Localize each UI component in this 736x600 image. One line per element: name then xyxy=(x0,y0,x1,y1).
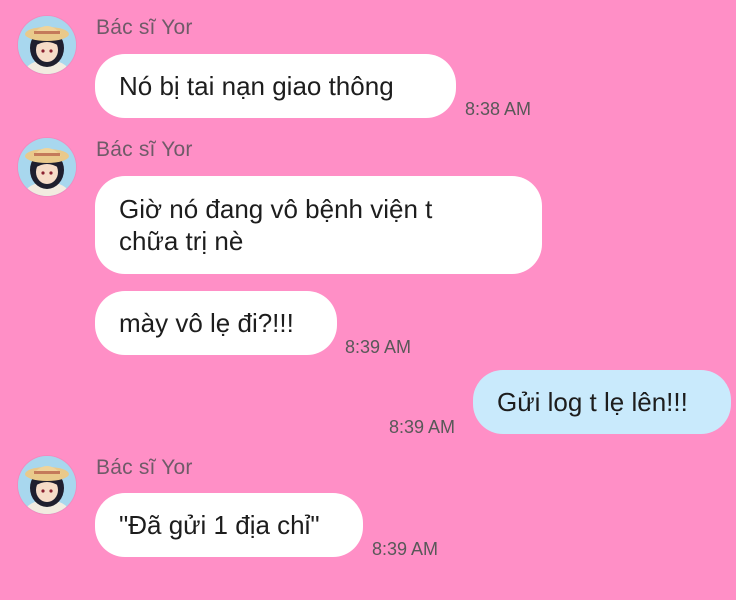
sender-name: Bác sĩ Yor xyxy=(96,16,193,39)
message-timestamp: 8:39 AM xyxy=(345,337,412,357)
sender-name: Bác sĩ Yor xyxy=(96,138,193,161)
avatar-icon xyxy=(18,456,76,514)
sender-avatar[interactable] xyxy=(18,16,76,74)
message-timestamp: 8:39 AM xyxy=(389,417,456,437)
sender-avatar[interactable] xyxy=(18,138,76,196)
message-bubble[interactable]: Nó bị tai nạn giao thông xyxy=(95,54,456,118)
message-bubble[interactable]: Giờ nó đang vô bệnh viện t chữa trị nè xyxy=(95,176,542,274)
message-bubble[interactable]: "Đã gửi 1 địa chỉ" xyxy=(95,493,363,557)
avatar-icon xyxy=(18,16,76,74)
message-timestamp: 8:39 AM xyxy=(372,539,439,559)
message-timestamp: 8:38 AM xyxy=(465,99,532,119)
outgoing-message-bubble[interactable]: Gửi log t lẹ lên!!! xyxy=(473,370,731,434)
avatar-icon xyxy=(18,138,76,196)
message-bubble[interactable]: mày vô lẹ đi?!!! xyxy=(95,291,337,355)
sender-avatar[interactable] xyxy=(18,456,76,514)
sender-name: Bác sĩ Yor xyxy=(96,456,193,479)
